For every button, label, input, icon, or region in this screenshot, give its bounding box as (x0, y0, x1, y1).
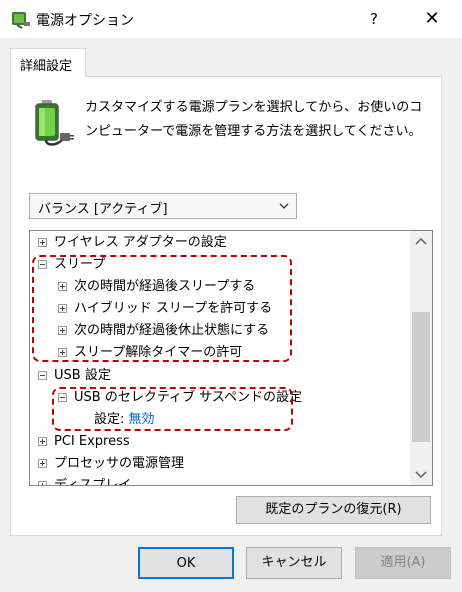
expand-plus-icon[interactable] (38, 238, 47, 247)
expand-plus-icon[interactable] (38, 437, 47, 446)
close-button[interactable]: ✕ (418, 6, 446, 32)
highlight-sleep-group (32, 255, 292, 362)
tab-label: 詳細設定 (20, 59, 73, 74)
tab-advanced-settings[interactable]: 詳細設定 (10, 48, 86, 77)
scroll-up-arrow-icon[interactable] (410, 231, 432, 253)
battery-plug-icon (35, 100, 74, 146)
restore-default-plan-button[interactable]: 既定のプランの復元(R) (236, 496, 431, 524)
expand-plus-icon[interactable] (38, 459, 47, 468)
help-button[interactable]: ? (360, 6, 388, 32)
scroll-down-arrow-icon[interactable] (410, 463, 432, 485)
apply-button[interactable]: 適用(A) (355, 547, 451, 579)
highlight-usb-suspend (52, 387, 293, 431)
collapse-minus-icon[interactable] (38, 371, 47, 380)
power-plan-dropdown[interactable]: バランス [アクティブ] (29, 193, 297, 219)
power-plan-value: バランス [アクティブ] (38, 202, 168, 217)
window-title: 電源オプション (36, 13, 134, 29)
description-text: カスタマイズする電源プランを選択してから、お使いのコンピューターで電源を管理する… (85, 100, 423, 139)
power-options-icon (12, 12, 30, 29)
ok-button[interactable]: OK (138, 547, 234, 579)
chevron-down-icon (279, 203, 289, 209)
cancel-button[interactable]: キャンセル (246, 547, 342, 579)
expand-plus-icon[interactable] (38, 481, 47, 485)
scrollbar-thumb[interactable] (412, 312, 430, 442)
